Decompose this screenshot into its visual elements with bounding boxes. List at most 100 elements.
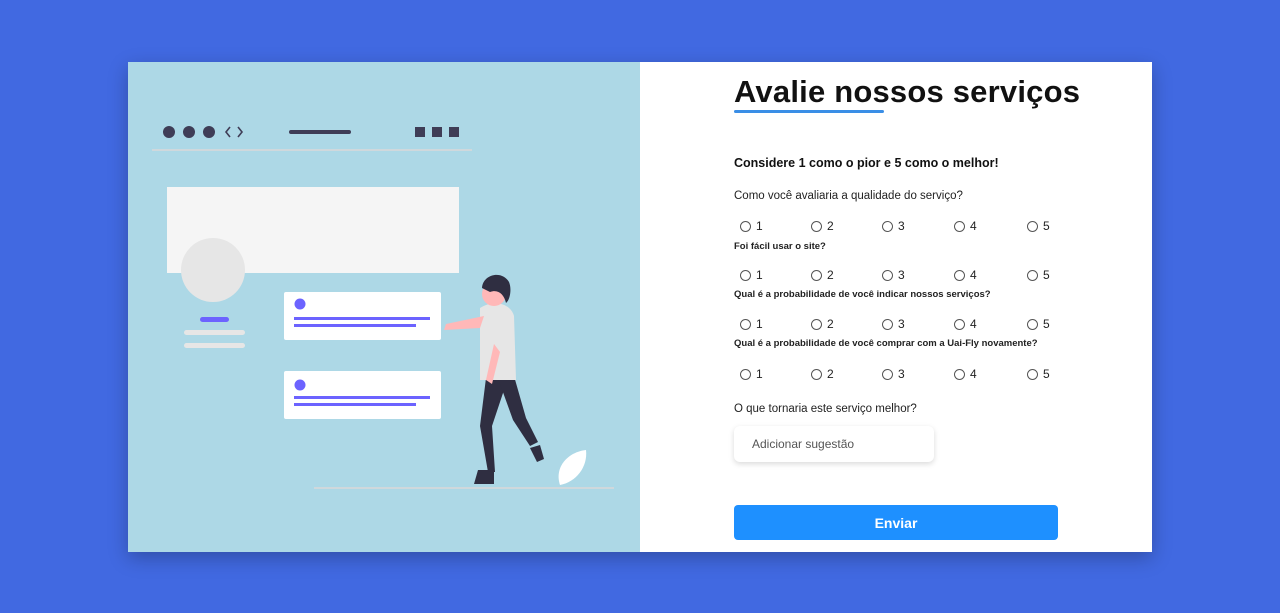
rating-option[interactable]: 1 [740,219,763,233]
rating-option-label: 4 [970,219,977,233]
profile-text-line [184,330,245,335]
radio-button[interactable] [882,318,893,330]
rating-option-label: 2 [827,268,834,282]
rating-option[interactable]: 1 [740,268,763,282]
radio-button[interactable] [811,220,822,232]
window-dot-icon [203,126,215,138]
content-card-line [294,403,416,406]
rating-option-label: 5 [1043,268,1050,282]
address-bar [289,130,351,134]
radio-button[interactable] [740,269,751,281]
rating-option-label: 1 [756,367,763,381]
content-card-line [294,324,416,327]
radio-button[interactable] [1027,318,1038,330]
rating-option-label: 4 [970,317,977,331]
rating-option-label: 3 [898,219,905,233]
code-brackets-icon [224,126,244,138]
content-card [284,371,441,419]
rating-option[interactable]: 2 [811,268,834,282]
window-dot-icon [183,126,195,138]
rating-option-label: 4 [970,268,977,282]
rating-option-label: 3 [898,268,905,282]
suggestion-placeholder: Adicionar sugestão [752,437,855,451]
website-survey-illustration [152,126,614,489]
rating-option[interactable]: 4 [954,268,977,282]
rating-group: 1 2 3 4 5 [740,219,1070,235]
rating-option[interactable]: 3 [882,317,905,331]
intro-text: Considere 1 como o pior e 5 como o melho… [734,156,999,170]
question-label: Como você avaliaria a qualidade do servi… [734,190,963,202]
rating-option[interactable]: 2 [811,219,834,233]
rating-option[interactable]: 4 [954,367,977,381]
rating-option[interactable]: 1 [740,317,763,331]
rating-option[interactable]: 3 [882,367,905,381]
illustration-panel [128,62,640,552]
profile-name-line [200,317,229,322]
rating-option[interactable]: 2 [811,317,834,331]
rating-option[interactable]: 3 [882,219,905,233]
window-dot-icon [163,126,175,138]
rating-option[interactable]: 4 [954,317,977,331]
rating-option-label: 4 [970,367,977,381]
radio-button[interactable] [954,318,965,330]
radio-button[interactable] [954,368,965,380]
content-card-line [294,396,430,399]
title-underline [734,110,884,113]
rating-option-label: 2 [827,367,834,381]
rating-option[interactable]: 4 [954,219,977,233]
question-label: Qual é a probabilidade de você indicar n… [734,289,991,300]
rating-option-label: 1 [756,268,763,282]
radio-button[interactable] [740,220,751,232]
suggestion-input[interactable]: Adicionar sugestão [734,426,934,462]
radio-button[interactable] [882,269,893,281]
person-figure [444,274,544,484]
content-card-dot [294,379,306,391]
form-panel: Avalie nossos serviços Considere 1 como … [640,62,1152,552]
rating-option[interactable]: 5 [1027,367,1050,381]
rating-option-label: 5 [1043,317,1050,331]
menu-square-icon [449,127,459,137]
rating-option-label: 2 [827,219,834,233]
rating-option[interactable]: 5 [1027,219,1050,233]
radio-button[interactable] [740,368,751,380]
profile-avatar-placeholder [181,238,245,302]
radio-button[interactable] [1027,269,1038,281]
question-label: Qual é a probabilidade de você comprar c… [734,338,1038,349]
radio-button[interactable] [811,368,822,380]
radio-button[interactable] [882,368,893,380]
rating-option[interactable]: 3 [882,268,905,282]
rating-option-label: 3 [898,317,905,331]
menu-square-icon [432,127,442,137]
rating-option[interactable]: 1 [740,367,763,381]
suggestion-label: O que tornaria este serviço melhor? [734,403,917,415]
rating-option[interactable]: 5 [1027,268,1050,282]
rating-group: 1 2 3 4 5 [740,317,1070,333]
leaf-icon [558,450,587,485]
radio-button[interactable] [1027,368,1038,380]
content-card-line [294,317,430,320]
radio-button[interactable] [1027,220,1038,232]
page-title: Avalie nossos serviços [734,74,1081,109]
survey-card: Avalie nossos serviços Considere 1 como … [128,62,1152,552]
rating-group: 1 2 3 4 5 [740,367,1070,383]
profile-text-line [184,343,245,348]
radio-button[interactable] [954,220,965,232]
rating-option-label: 5 [1043,367,1050,381]
rating-option-label: 1 [756,317,763,331]
menu-square-icon [415,127,425,137]
rating-option[interactable]: 5 [1027,317,1050,331]
radio-button[interactable] [740,318,751,330]
rating-option-label: 1 [756,219,763,233]
radio-button[interactable] [811,269,822,281]
submit-button[interactable]: Enviar [734,505,1058,540]
radio-button[interactable] [811,318,822,330]
radio-button[interactable] [954,269,965,281]
rating-group: 1 2 3 4 5 [740,268,1070,284]
rating-option-label: 2 [827,317,834,331]
radio-button[interactable] [882,220,893,232]
rating-option[interactable]: 2 [811,367,834,381]
question-label: Foi fácil usar o site? [734,241,826,252]
rating-option-label: 5 [1043,219,1050,233]
content-card [284,292,441,340]
rating-option-label: 3 [898,367,905,381]
